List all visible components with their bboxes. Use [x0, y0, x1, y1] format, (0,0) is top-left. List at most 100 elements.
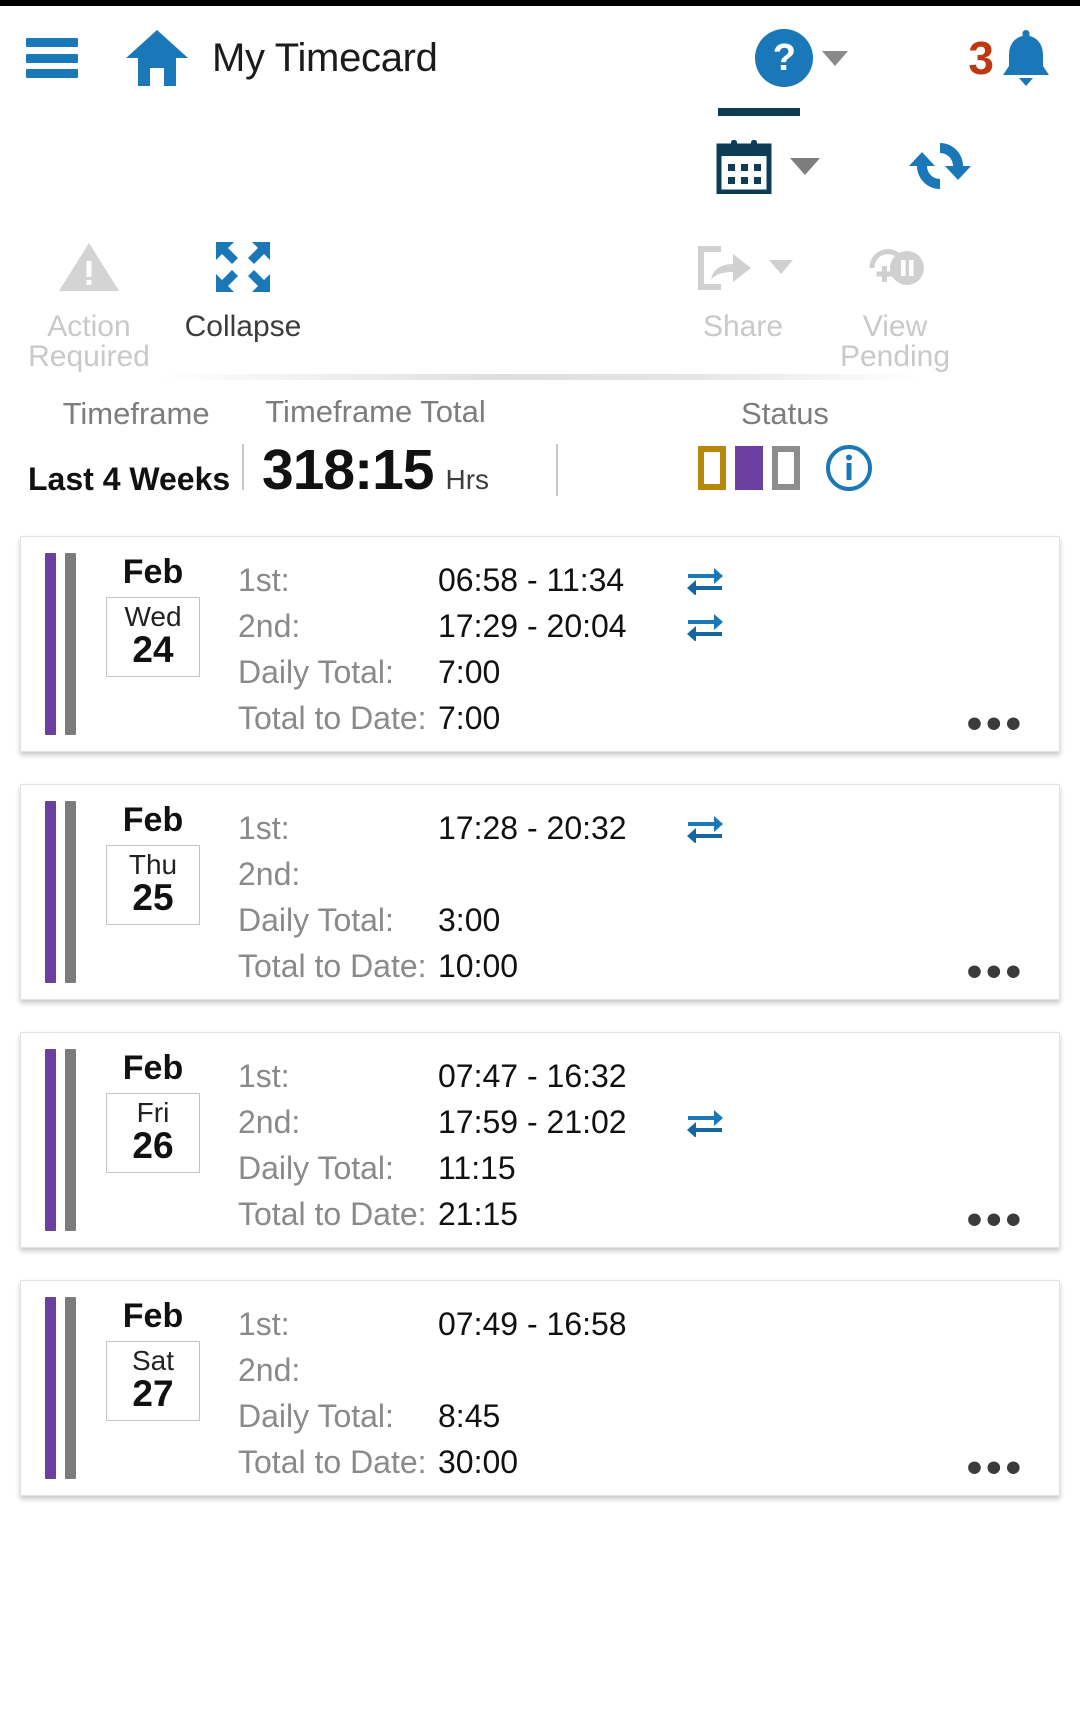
date-column: Feb Thu 25 [92, 785, 214, 999]
action-required-button[interactable]: Action Required [14, 236, 164, 372]
timecard-row[interactable]: Feb Fri 26 1st: 07:47 - 16:32 2nd: 17:59… [20, 1032, 1060, 1248]
total-to-date-row: Total to Date: 30:00 [238, 1439, 1059, 1485]
summary-bar: Timeframe Last 4 Weeks Timeframe Total 3… [0, 382, 1080, 522]
status-bar-grey [65, 1297, 76, 1479]
overflow-menu-button[interactable]: ••• [967, 1197, 1025, 1242]
second-punch-value[interactable]: 17:29 - 20:04 [438, 608, 670, 645]
timeframe-value[interactable]: Last 4 Weeks [28, 461, 242, 498]
total-to-date-label: Total to Date: [238, 1443, 427, 1480]
help-menu[interactable]: ? [755, 29, 849, 87]
share-button[interactable]: Share [668, 236, 818, 342]
home-icon[interactable] [124, 28, 190, 88]
transfer-icon[interactable] [686, 813, 724, 843]
view-pending-button[interactable]: View Pending [820, 236, 970, 372]
daily-total-label: Daily Total: [238, 901, 394, 938]
daily-total-row: Daily Total: 7:00 [238, 649, 1059, 695]
timecard-row[interactable]: Feb Thu 25 1st: 17:28 - 20:32 2nd: Daily… [20, 784, 1060, 1000]
date-column: Feb Wed 24 [92, 537, 214, 751]
day-number: 27 [132, 1373, 174, 1415]
daily-total-row: Daily Total: 11:15 [238, 1145, 1059, 1191]
punch-row-first: 1st: 06:58 - 11:34 [238, 557, 1059, 603]
day-number: 25 [132, 877, 174, 919]
punch-row-first: 1st: 07:47 - 16:32 [238, 1053, 1059, 1099]
first-punch-value[interactable]: 07:49 - 16:58 [438, 1306, 670, 1343]
chevron-down-icon[interactable] [790, 157, 820, 175]
status-bars [21, 1033, 76, 1247]
status-bars [21, 785, 76, 999]
total-to-date-value: 21:15 [438, 1195, 519, 1232]
toolbar-scroll-indicator[interactable] [160, 374, 920, 380]
day-box: Fri 26 [106, 1093, 200, 1174]
first-punch-label: 1st: [238, 1057, 290, 1094]
punch-row-first: 1st: 07:49 - 16:58 [238, 1301, 1059, 1347]
day-box: Thu 25 [106, 845, 200, 926]
share-label: Share [702, 310, 784, 343]
second-punch-label: 2nd: [238, 855, 301, 892]
status-bar-purple [45, 1297, 56, 1479]
action-toolbar: Action Required Collapse Share View Pend… [0, 222, 1080, 382]
collapse-button[interactable]: Collapse [168, 236, 318, 342]
status-bar-grey [65, 801, 76, 983]
daily-total-label: Daily Total: [238, 653, 394, 690]
collapse-arrows-icon [212, 236, 274, 298]
punch-row-second: 2nd: 17:59 - 21:02 [238, 1099, 1059, 1145]
date-column: Feb Sat 27 [92, 1281, 214, 1495]
total-to-date-label: Total to Date: [238, 1195, 427, 1232]
day-box: Sat 27 [106, 1341, 200, 1422]
app-header: My Timecard ? 3 [0, 6, 1080, 110]
month-label: Feb [122, 1297, 184, 1335]
total-to-date-label: Total to Date: [238, 947, 427, 984]
month-label: Feb [122, 553, 184, 591]
refresh-icon[interactable] [908, 135, 972, 197]
first-punch-value[interactable]: 07:47 - 16:32 [438, 1058, 670, 1095]
status-chip-purple[interactable] [734, 446, 763, 490]
total-to-date-label: Total to Date: [238, 699, 427, 736]
total-to-date-row: Total to Date: 7:00 [238, 695, 1059, 741]
month-label: Feb [122, 801, 184, 839]
total-to-date-row: Total to Date: 21:15 [238, 1191, 1059, 1237]
header-actions: ? 3 [755, 28, 1054, 88]
notification-bell-icon[interactable] [998, 28, 1054, 88]
status-chip-grey[interactable] [771, 446, 800, 490]
first-punch-value[interactable]: 06:58 - 11:34 [438, 562, 670, 599]
punch-column: 1st: 17:28 - 20:32 2nd: Daily Total: 3:0… [214, 785, 1059, 999]
notifications-button[interactable]: 3 [968, 28, 1054, 88]
view-toolbar [0, 108, 1080, 222]
status-block: Status [660, 396, 910, 492]
timecard-list: Feb Wed 24 1st: 06:58 - 11:34 2nd: 17:29… [0, 536, 1080, 1496]
timecard-screen: My Timecard ? 3 Action Required Collapse… [0, 0, 1080, 1718]
overflow-menu-button[interactable]: ••• [967, 1445, 1025, 1490]
notification-count-badge: 3 [968, 32, 994, 84]
first-punch-label: 1st: [238, 561, 290, 598]
daily-total-label: Daily Total: [238, 1397, 394, 1434]
divider [242, 444, 245, 490]
status-chip-gold[interactable] [697, 446, 726, 490]
calendar-period-selector[interactable] [716, 108, 820, 194]
first-punch-value[interactable]: 17:28 - 20:32 [438, 810, 670, 847]
timeframe-total-value: 318:15 [262, 438, 434, 502]
selected-tab-indicator [718, 108, 800, 116]
info-circle-icon[interactable] [825, 444, 873, 492]
timecard-row[interactable]: Feb Sat 27 1st: 07:49 - 16:58 2nd: Daily… [20, 1280, 1060, 1496]
overflow-menu-button[interactable]: ••• [967, 949, 1025, 994]
chevron-down-icon[interactable] [769, 260, 793, 274]
transfer-icon[interactable] [686, 1107, 724, 1137]
daily-total-row: Daily Total: 8:45 [238, 1393, 1059, 1439]
overflow-menu-button[interactable]: ••• [967, 701, 1025, 746]
calendar-icon[interactable] [716, 138, 772, 194]
hamburger-menu-icon[interactable] [26, 38, 78, 78]
chevron-down-icon[interactable] [822, 50, 849, 66]
timecard-row[interactable]: Feb Wed 24 1st: 06:58 - 11:34 2nd: 17:29… [20, 536, 1060, 752]
daily-total-value: 7:00 [438, 653, 501, 690]
total-to-date-value: 10:00 [438, 947, 519, 984]
second-punch-value[interactable]: 17:59 - 21:02 [438, 1104, 670, 1141]
punch-row-second: 2nd: [238, 851, 1059, 897]
timeframe-block[interactable]: Timeframe Last 4 Weeks [28, 396, 245, 498]
transfer-icon[interactable] [686, 611, 724, 641]
transfer-icon[interactable] [686, 565, 724, 595]
help-question-icon[interactable]: ? [755, 29, 814, 87]
punch-row-second: 2nd: [238, 1347, 1059, 1393]
first-punch-label: 1st: [238, 809, 290, 846]
share-export-icon [693, 236, 793, 298]
daily-total-row: Daily Total: 3:00 [238, 897, 1059, 943]
